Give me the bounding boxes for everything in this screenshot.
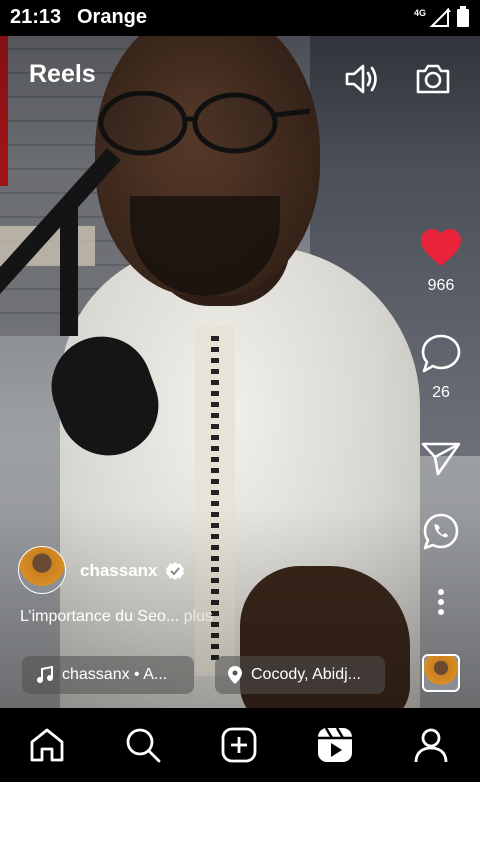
status-bar: 21:13 Orange 4G <box>0 0 480 36</box>
audio-thumbnail[interactable] <box>422 654 460 692</box>
location-label: Cocody, Abidj... <box>251 666 361 683</box>
network-type-label: 4G <box>413 8 426 18</box>
location-pill[interactable]: Cocody, Abidj... <box>215 656 385 694</box>
share-icon[interactable] <box>420 440 462 478</box>
comment-icon[interactable] <box>419 333 463 375</box>
camera-icon[interactable] <box>414 60 452 98</box>
audio-label: chassanx • A... <box>62 666 168 683</box>
bottom-nav <box>0 708 480 782</box>
whatsapp-action[interactable] <box>416 512 466 557</box>
avatar[interactable] <box>18 546 66 594</box>
reels-icon[interactable] <box>316 726 354 764</box>
verified-badge-icon <box>166 562 184 580</box>
caption[interactable]: L’importance du Seo... plus <box>20 608 213 626</box>
whatsapp-icon[interactable] <box>421 512 461 552</box>
like-action[interactable]: 966 <box>416 228 466 295</box>
status-icons: 4G <box>414 6 470 28</box>
caption-text: L’importance du Seo... <box>20 608 180 625</box>
page-title: Reels <box>29 60 96 88</box>
more-icon[interactable] <box>436 588 446 616</box>
status-time: 21:13 <box>10 6 62 28</box>
share-action[interactable] <box>416 440 466 483</box>
username[interactable]: chassanx <box>80 561 158 581</box>
volume-icon[interactable] <box>343 60 381 98</box>
music-note-icon <box>37 666 53 683</box>
status-carrier: Orange <box>77 6 148 28</box>
network-signal-icon <box>430 7 451 27</box>
create-icon[interactable] <box>220 726 258 764</box>
comment-count: 26 <box>432 384 450 401</box>
caption-more-link[interactable]: plus <box>184 608 213 625</box>
comment-action[interactable]: 26 <box>416 333 466 402</box>
search-icon[interactable] <box>124 726 162 764</box>
home-icon[interactable] <box>28 726 66 764</box>
more-action[interactable] <box>416 588 466 621</box>
audio-pill[interactable]: chassanx • A... <box>22 656 194 694</box>
profile-icon[interactable] <box>412 726 450 764</box>
location-pin-icon <box>228 666 242 684</box>
battery-icon <box>457 6 469 27</box>
like-count: 966 <box>427 277 455 294</box>
heart-icon[interactable] <box>419 228 463 268</box>
